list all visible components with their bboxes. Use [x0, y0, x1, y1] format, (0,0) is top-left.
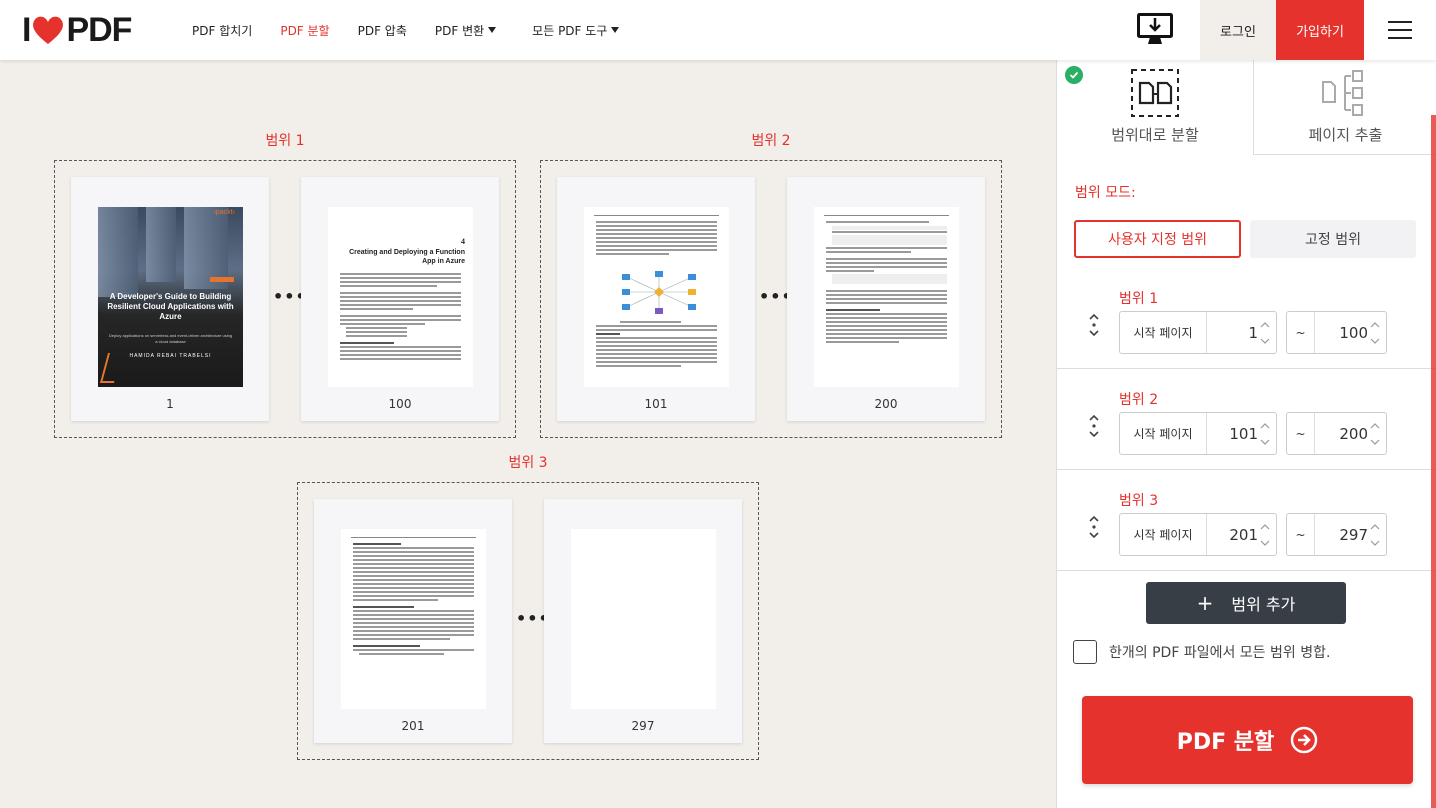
range-row-title: 범위 3: [1119, 493, 1159, 509]
end-page-input[interactable]: 297: [1315, 514, 1368, 555]
hamburger-menu-icon: [1388, 21, 1412, 39]
logo-text-pdf: PDF: [66, 10, 132, 49]
spinner-arrows-icon[interactable]: [1370, 320, 1380, 346]
start-page-field[interactable]: 시작 페이지 101: [1119, 412, 1277, 455]
end-page-field[interactable]: ~ 100: [1286, 311, 1387, 354]
nav-split-pdf[interactable]: PDF 분할: [280, 22, 329, 39]
merge-ranges-option: 한개의 PDF 파일에서 모든 범위 병합.: [1073, 640, 1330, 664]
caret-down-icon: [488, 27, 497, 33]
range-3-title: 범위 3: [508, 455, 548, 471]
merge-ranges-label: 한개의 PDF 파일에서 모든 범위 병합.: [1109, 645, 1331, 661]
custom-ranges-button[interactable]: 사용자 지정 범위: [1074, 220, 1241, 258]
add-range-button[interactable]: + 범위 추가: [1146, 582, 1346, 624]
range-row-title: 범위 1: [1119, 291, 1159, 307]
range-row-1: 범위 1 시작 페이지 1 ~ 100: [1057, 268, 1436, 369]
extract-pages-icon: [1322, 70, 1363, 116]
logo-letter-i: I: [22, 10, 32, 49]
main-nav: PDF 합치기 PDF 분할 PDF 압축 PDF 변환 모든 PDF 도구: [192, 0, 647, 60]
book-cover-thumbnail: ‹packt› A Developer's Guide to Building …: [98, 207, 243, 387]
end-page-input[interactable]: 100: [1315, 312, 1368, 353]
spinner-arrows-icon[interactable]: [1260, 522, 1270, 548]
caret-down-icon: [611, 27, 620, 33]
page-number: 297: [631, 719, 655, 733]
start-page-input[interactable]: 1: [1208, 312, 1258, 353]
start-page-field[interactable]: 시작 페이지 201: [1119, 513, 1277, 556]
desktop-app-button[interactable]: [1126, 0, 1184, 60]
page-number: 100: [388, 397, 412, 411]
page-thumbnail[interactable]: 101: [557, 177, 755, 421]
range-1-title: 범위 1: [265, 133, 305, 149]
drag-handle-icon[interactable]: [1087, 313, 1101, 337]
header-actions: 로그인 가입하기: [1126, 0, 1436, 60]
drag-handle-icon[interactable]: [1087, 515, 1101, 539]
spinner-arrows-icon[interactable]: [1260, 320, 1270, 346]
top-header: I PDF PDF 합치기 PDF 분할 PDF 압축 PDF 변환 모든 PD…: [0, 0, 1436, 60]
heart-icon: [33, 16, 64, 44]
page-number: 201: [401, 719, 425, 733]
range-row-2: 범위 2 시작 페이지 101 ~ 200: [1057, 369, 1436, 470]
range-row-title: 범위 2: [1119, 392, 1159, 408]
start-page-input[interactable]: 101: [1208, 413, 1258, 454]
blank-page-thumbnail: [571, 529, 716, 709]
split-options-panel: 범위대로 분할 페이지 추출 범위 모드: 사용자 지정 범위 고정 범위 범위…: [1056, 60, 1436, 808]
check-icon: [1065, 66, 1083, 84]
page-number: 200: [874, 397, 898, 411]
login-button[interactable]: 로그인: [1200, 0, 1276, 60]
plus-icon: +: [1196, 591, 1214, 615]
tab-split-by-range[interactable]: 범위대로 분할: [1057, 60, 1253, 155]
merge-ranges-checkbox[interactable]: [1073, 640, 1097, 664]
page-thumbnail[interactable]: 201: [314, 499, 512, 743]
start-page-input[interactable]: 201: [1208, 514, 1258, 555]
panel-scrollbar[interactable]: [1431, 115, 1436, 808]
nav-compress-pdf[interactable]: PDF 압축: [358, 22, 407, 39]
end-page-input[interactable]: 200: [1315, 413, 1368, 454]
fixed-ranges-button[interactable]: 고정 범위: [1250, 220, 1416, 258]
spinner-arrows-icon[interactable]: [1260, 421, 1270, 447]
page-number: 101: [644, 397, 668, 411]
range-mode-label: 범위 모드:: [1075, 185, 1136, 201]
diagram-page-thumbnail: [584, 207, 729, 387]
drag-handle-icon[interactable]: [1087, 414, 1101, 438]
page-thumbnail[interactable]: 4 Creating and Deploying a Function App …: [301, 177, 499, 421]
start-page-field[interactable]: 시작 페이지 1: [1119, 311, 1277, 354]
architecture-diagram: [622, 271, 696, 314]
nav-merge-pdf[interactable]: PDF 합치기: [192, 22, 252, 39]
arrow-right-circle-icon: [1291, 726, 1318, 754]
code-page-thumbnail: [814, 207, 959, 387]
end-page-field[interactable]: ~ 297: [1286, 513, 1387, 556]
range-row-3: 범위 3 시작 페이지 201 ~ 297: [1057, 470, 1436, 571]
page-thumbnail[interactable]: ‹packt› A Developer's Guide to Building …: [71, 177, 269, 421]
range-2-title: 범위 2: [751, 133, 791, 149]
nav-convert-pdf[interactable]: PDF 변환: [435, 22, 497, 39]
signup-button[interactable]: 가입하기: [1276, 0, 1364, 60]
text-page-thumbnail: [341, 529, 486, 709]
hamburger-menu-button[interactable]: [1364, 0, 1436, 60]
desktop-download-icon: [1137, 13, 1173, 44]
ilovepdf-logo[interactable]: I PDF: [22, 10, 132, 49]
split-pdf-button[interactable]: PDF 분할: [1082, 696, 1413, 784]
page-number: 1: [166, 397, 174, 411]
chapter-page-thumbnail: 4 Creating and Deploying a Function App …: [328, 207, 473, 387]
spinner-arrows-icon[interactable]: [1370, 421, 1380, 447]
tab-extract-pages[interactable]: 페이지 추출: [1253, 60, 1436, 155]
split-by-range-icon: [1131, 69, 1179, 117]
spinner-arrows-icon[interactable]: [1370, 522, 1380, 548]
page-thumbnail[interactable]: 200: [787, 177, 985, 421]
end-page-field[interactable]: ~ 200: [1286, 412, 1387, 455]
page-thumbnail[interactable]: 297: [544, 499, 742, 743]
nav-all-tools[interactable]: 모든 PDF 도구: [532, 22, 620, 39]
